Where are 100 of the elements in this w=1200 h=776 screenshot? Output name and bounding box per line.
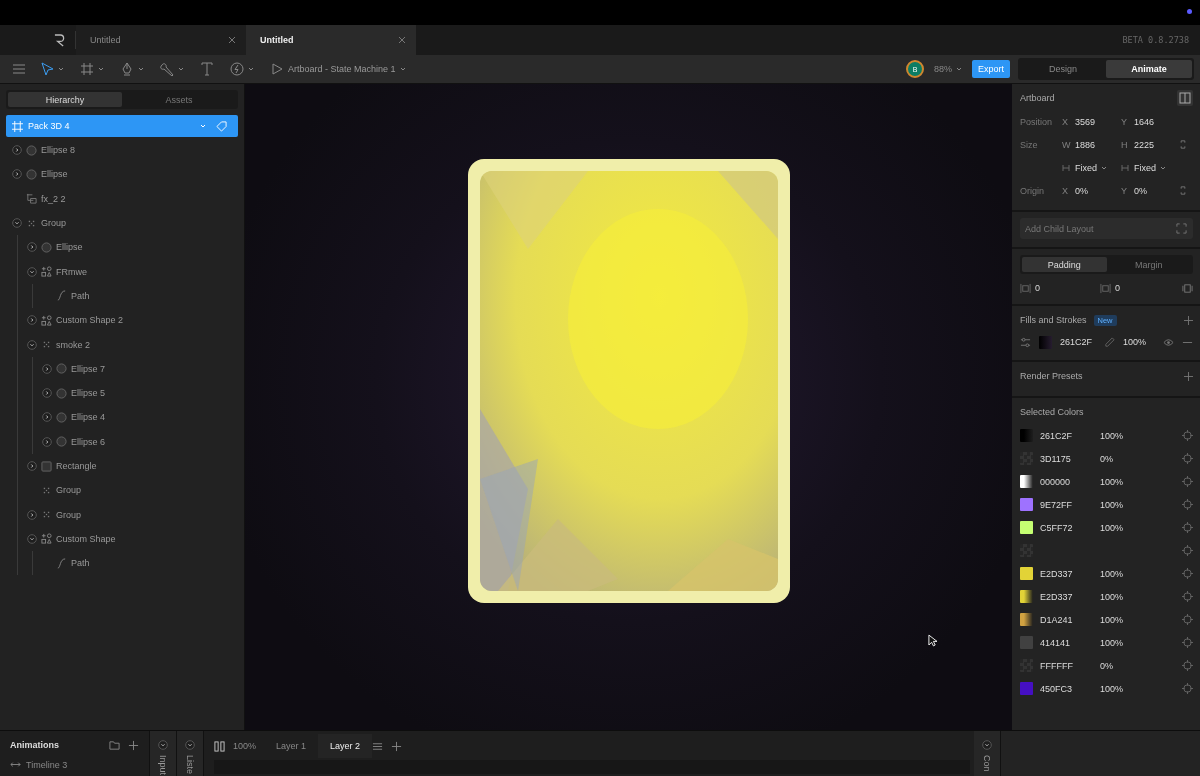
document-tab[interactable]: Untitled bbox=[76, 25, 246, 55]
panel-label[interactable]: Input bbox=[158, 755, 168, 776]
collapse-toggle-icon[interactable] bbox=[185, 740, 195, 750]
list-icon[interactable] bbox=[372, 740, 384, 752]
expand-toggle-icon[interactable] bbox=[42, 412, 52, 423]
color-swatch[interactable] bbox=[1020, 498, 1033, 511]
gradient-swatch[interactable] bbox=[1020, 475, 1033, 488]
panel-label[interactable]: Con bbox=[982, 755, 992, 772]
export-button[interactable]: Export bbox=[972, 60, 1010, 78]
color-swatch[interactable] bbox=[1020, 682, 1033, 695]
target-icon[interactable] bbox=[1182, 660, 1193, 671]
gradient-swatch[interactable] bbox=[1020, 613, 1033, 626]
target-icon[interactable] bbox=[1182, 453, 1193, 464]
target-icon[interactable] bbox=[1182, 568, 1193, 579]
layer-item[interactable]: smoke 2 bbox=[56, 339, 90, 350]
menu-icon[interactable] bbox=[12, 62, 26, 76]
hex-value[interactable]: 261C2F bbox=[1060, 337, 1096, 347]
target-icon[interactable] bbox=[1182, 522, 1193, 533]
link-icon[interactable] bbox=[1180, 139, 1186, 150]
layer-item[interactable]: Path bbox=[71, 290, 90, 301]
collapse-toggle-icon[interactable] bbox=[982, 740, 992, 750]
layer-item[interactable]: Ellipse bbox=[56, 242, 83, 253]
artboard-item[interactable]: Pack 3D 4 bbox=[6, 115, 238, 137]
folder-icon[interactable] bbox=[109, 739, 120, 751]
spacing-tab[interactable]: Padding bbox=[1022, 257, 1107, 272]
child-layout-field[interactable]: Add Child Layout bbox=[1020, 218, 1193, 239]
expand-toggle-icon[interactable] bbox=[12, 169, 22, 180]
layer-item[interactable]: Group bbox=[56, 485, 81, 496]
layer-tab[interactable]: Layer 1 bbox=[264, 734, 319, 758]
target-icon[interactable] bbox=[1182, 545, 1193, 556]
layer-item[interactable]: fx_2 2 bbox=[41, 193, 66, 204]
expand-toggle-icon[interactable] bbox=[42, 363, 52, 374]
mode-tab[interactable]: Design bbox=[1020, 60, 1106, 78]
layer-item[interactable]: Custom Shape 2 bbox=[56, 315, 124, 326]
collapse-toggle-icon[interactable] bbox=[27, 533, 37, 544]
color-swatch[interactable] bbox=[1020, 636, 1033, 649]
lightning-icon[interactable] bbox=[230, 62, 244, 76]
pointer-tool-icon[interactable] bbox=[40, 62, 54, 76]
eyedropper-icon[interactable] bbox=[1104, 336, 1115, 348]
target-icon[interactable] bbox=[1182, 683, 1193, 694]
panel-tab[interactable]: Hierarchy bbox=[8, 92, 122, 107]
expand-toggle-icon[interactable] bbox=[42, 436, 52, 447]
gradient-swatch[interactable] bbox=[1020, 590, 1033, 603]
color-swatch[interactable] bbox=[1020, 521, 1033, 534]
zoom-dropdown[interactable]: 88% bbox=[933, 64, 952, 74]
sliders-icon[interactable] bbox=[1020, 336, 1031, 348]
close-icon[interactable] bbox=[398, 36, 406, 44]
expand-toggle-icon[interactable] bbox=[27, 315, 37, 326]
target-icon[interactable] bbox=[1182, 476, 1193, 487]
layer-item[interactable]: Ellipse 7 bbox=[71, 363, 106, 374]
panel-tab[interactable]: Assets bbox=[122, 92, 236, 107]
link-icon[interactable] bbox=[1180, 185, 1186, 196]
add-icon[interactable] bbox=[391, 740, 403, 752]
color-swatch[interactable] bbox=[1020, 567, 1033, 580]
layer-item[interactable]: Ellipse 6 bbox=[71, 436, 106, 447]
zoom-value[interactable]: 100% bbox=[233, 741, 257, 751]
opacity-value[interactable]: 100% bbox=[1123, 337, 1147, 347]
layer-item[interactable]: Group bbox=[41, 218, 66, 229]
layer-item[interactable]: Ellipse bbox=[41, 169, 68, 180]
expand-toggle-icon[interactable] bbox=[42, 388, 52, 399]
add-icon[interactable] bbox=[128, 739, 139, 751]
collapse-toggle-icon[interactable] bbox=[158, 740, 168, 750]
eye-icon[interactable] bbox=[1163, 336, 1174, 348]
layer-item[interactable]: Group bbox=[56, 509, 81, 520]
target-icon[interactable] bbox=[1182, 637, 1193, 648]
value-field[interactable]: 1646 bbox=[1134, 116, 1155, 127]
target-icon[interactable] bbox=[1182, 614, 1193, 625]
value-field[interactable]: 3569 bbox=[1075, 116, 1096, 127]
play-icon[interactable] bbox=[270, 62, 284, 76]
timeline-item[interactable]: Timeline 3 bbox=[26, 759, 68, 770]
add-icon[interactable] bbox=[1184, 371, 1193, 381]
collapse-toggle-icon[interactable] bbox=[12, 218, 22, 229]
mode-tab[interactable]: Animate bbox=[1106, 60, 1192, 78]
close-icon[interactable] bbox=[228, 36, 236, 44]
target-icon[interactable] bbox=[1182, 499, 1193, 510]
layer-item[interactable]: Rectangle bbox=[56, 461, 97, 471]
layer-item[interactable]: Ellipse 8 bbox=[41, 145, 76, 156]
pen-tool-icon[interactable] bbox=[120, 62, 134, 76]
target-icon[interactable] bbox=[1182, 591, 1193, 602]
gradient-swatch[interactable] bbox=[1020, 429, 1033, 442]
value-field[interactable]: 0% bbox=[1075, 185, 1088, 196]
collapse-toggle-icon[interactable] bbox=[27, 266, 37, 277]
expand-toggle-icon[interactable] bbox=[12, 145, 22, 156]
expand-toggle-icon[interactable] bbox=[27, 461, 37, 471]
layer-tab[interactable]: Layer 2 bbox=[318, 734, 373, 758]
brush-tool-icon[interactable] bbox=[160, 62, 174, 76]
expand-toggle-icon[interactable] bbox=[27, 242, 37, 253]
text-tool-icon[interactable] bbox=[200, 62, 214, 76]
layer-item[interactable]: Ellipse 4 bbox=[71, 412, 106, 423]
value-field[interactable]: Fixed bbox=[1075, 162, 1097, 173]
spacing-mode-icon[interactable] bbox=[1182, 282, 1193, 294]
panel-label[interactable]: Liste bbox=[185, 755, 195, 774]
panel-layout-icon[interactable] bbox=[1177, 90, 1193, 106]
layer-item[interactable]: Ellipse 5 bbox=[71, 388, 106, 399]
value-field[interactable]: 1886 bbox=[1075, 139, 1096, 150]
document-tab[interactable]: Untitled bbox=[246, 25, 416, 55]
value-field[interactable]: 0 bbox=[1115, 283, 1120, 293]
value-field[interactable]: 2225 bbox=[1134, 139, 1155, 150]
state-machine-dropdown[interactable]: Artboard - State Machine 1 bbox=[288, 64, 396, 74]
expand-toggle-icon[interactable] bbox=[27, 509, 37, 520]
